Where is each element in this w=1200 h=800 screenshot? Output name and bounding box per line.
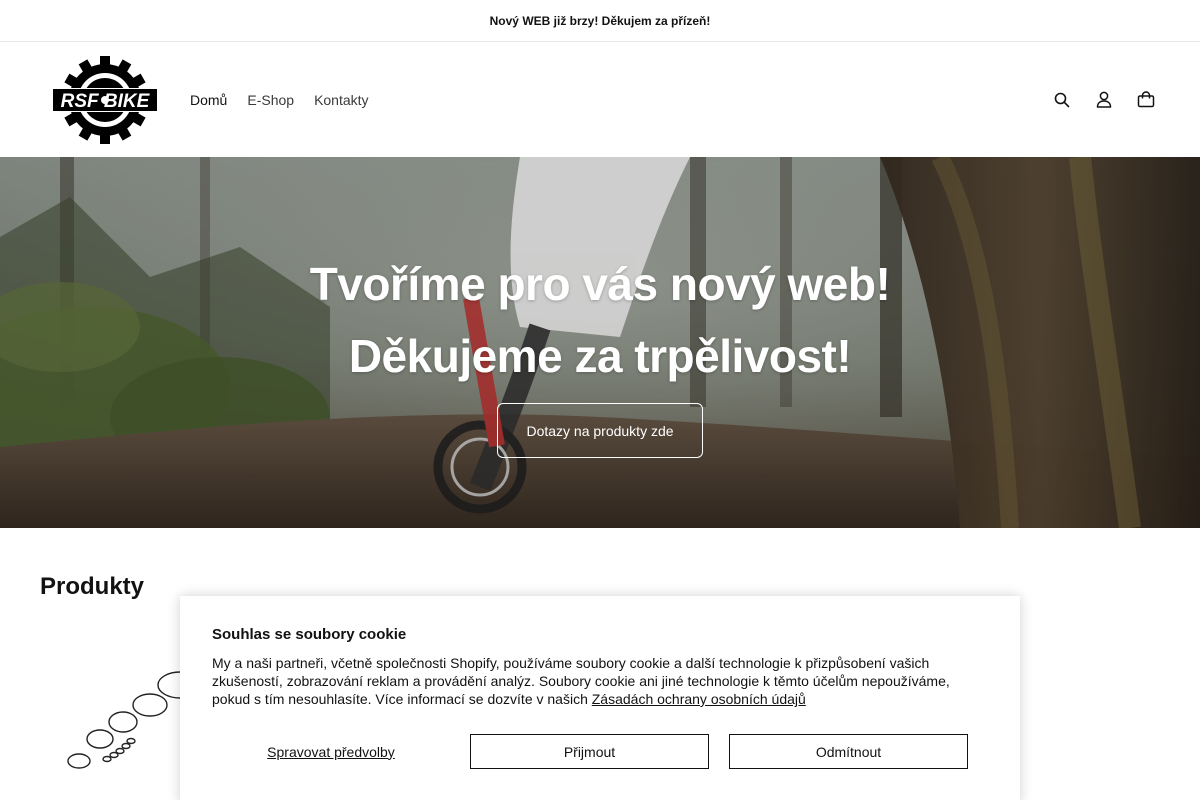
hero-heading-line1: Tvoříme pro vás nový web! xyxy=(309,258,891,310)
privacy-policy-link[interactable]: Zásadách ochrany osobních údajů xyxy=(592,691,806,707)
hero-banner: Tvoříme pro vás nový web! Děkujeme za tr… xyxy=(0,157,1200,528)
announcement-bar: Nový WEB již brzy! Děkujem za přízeň! xyxy=(0,0,1200,42)
search-icon[interactable] xyxy=(1052,90,1072,110)
account-icon[interactable] xyxy=(1094,90,1114,110)
products-section-title: Produkty xyxy=(40,573,145,600)
cookie-body: My a naši partneři, včetně společnosti S… xyxy=(212,654,988,708)
svg-text:RSF BIKE: RSF BIKE xyxy=(61,91,151,112)
cookie-body-text: My a naši partneři, včetně společnosti S… xyxy=(212,655,950,707)
hero-content: Tvoříme pro vás nový web! Děkujeme za tr… xyxy=(0,157,1200,528)
product-image-o-rings[interactable] xyxy=(55,660,195,775)
manage-preferences-link[interactable]: Spravovat předvolby xyxy=(212,744,450,760)
hero-heading-line2: Děkujeme za trpělivost! xyxy=(348,330,852,382)
cookie-actions: Spravovat předvolby Přijmout Odmítnout xyxy=(212,734,988,769)
main-nav: Domů E-Shop Kontakty xyxy=(190,92,369,108)
announcement-text: Nový WEB již brzy! Děkujem za přízeň! xyxy=(489,13,711,28)
header-icons xyxy=(1052,90,1156,110)
nav-link-eshop[interactable]: E-Shop xyxy=(247,92,294,108)
rsf-bike-logo[interactable]: RSF BIKE xyxy=(52,55,158,145)
nav-link-contacts[interactable]: Kontakty xyxy=(314,92,368,108)
site-header: RSF BIKE Domů E-Shop Kontakty xyxy=(0,42,1200,157)
cookie-consent-banner: Souhlas se soubory cookie My a naši part… xyxy=(180,596,1020,800)
cart-icon[interactable] xyxy=(1136,90,1156,110)
accept-button[interactable]: Přijmout xyxy=(470,734,709,769)
nav-link-home[interactable]: Domů xyxy=(190,92,227,108)
cookie-title: Souhlas se soubory cookie xyxy=(212,626,407,643)
product-inquiry-button[interactable]: Dotazy na produkty zde xyxy=(497,403,703,458)
decline-button[interactable]: Odmítnout xyxy=(729,734,968,769)
